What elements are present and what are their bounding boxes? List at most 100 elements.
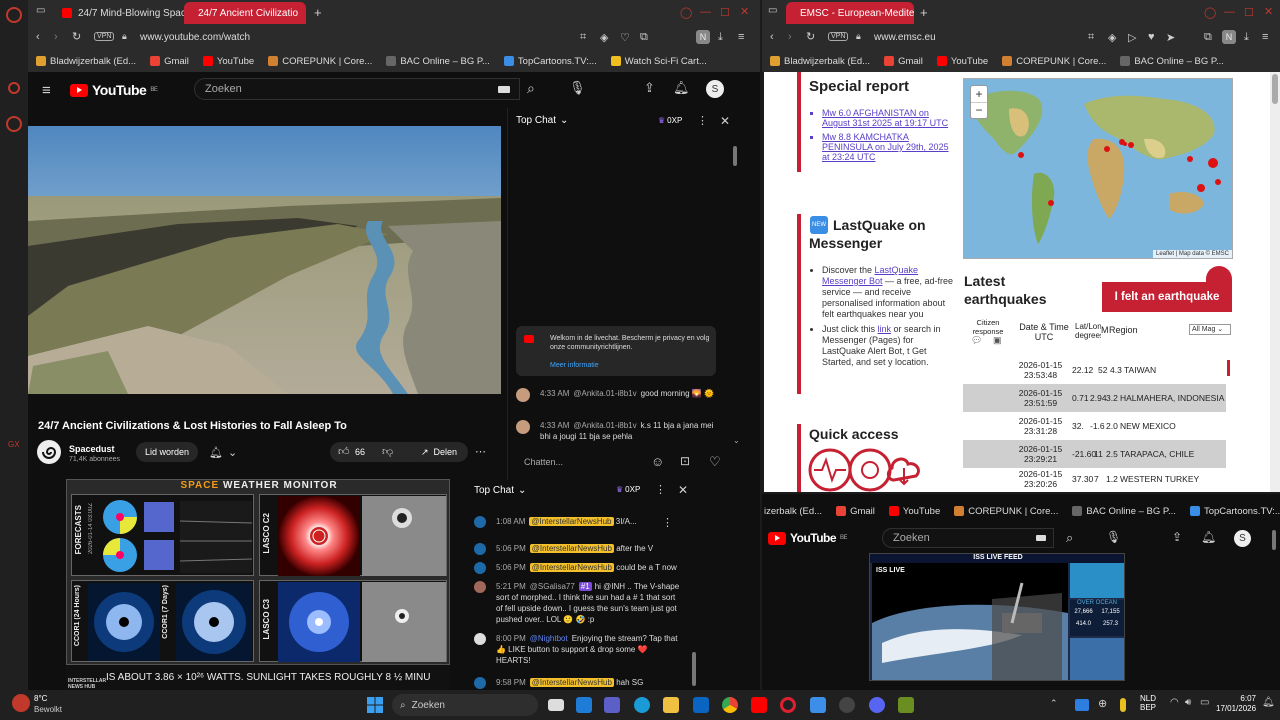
sidebar-bottom-icon[interactable]: GX [8,440,20,449]
search-icon[interactable]: ⌕ [1066,530,1073,546]
weather-description[interactable]: Bewolkt [34,705,62,714]
avatar[interactable]: S [1234,530,1251,547]
discord-icon[interactable] [869,697,885,713]
chat-author[interactable]: @InterstellarNewsHub [529,544,614,553]
menu-icon[interactable]: ≡ [738,31,744,43]
search-input[interactable]: Zoeken [194,78,520,100]
bookmark-item[interactable]: BAC Online – BG P... [1072,506,1176,517]
extensions-icon[interactable]: ⧉ [640,31,648,44]
app-icon[interactable] [898,697,914,713]
keyboard-icon[interactable] [1036,535,1046,541]
notifications-bell-icon[interactable]: 🔔︎ [673,80,690,96]
widgets-icon[interactable] [576,697,592,713]
maximize-icon[interactable]: ☐ [720,6,730,19]
bookmark-item[interactable]: Watch Sci-Fi Cart... [610,56,707,67]
app-icon[interactable] [839,697,855,713]
emoji-icon[interactable]: ☺ [651,454,664,469]
bookmark-item[interactable]: Bladwijzerbalk (Ed... [770,56,870,67]
opera-logo-icon[interactable] [6,7,22,23]
close-window-icon[interactable]: ✕ [740,5,749,18]
zoom-in-button[interactable]: + [971,86,987,103]
weather-icon[interactable] [12,694,30,712]
video-player[interactable] [28,126,501,394]
page-scrollbar[interactable] [1272,530,1276,550]
message-menu-icon[interactable]: ⋮ [662,516,673,529]
chat-author[interactable]: @Nightbot [530,634,568,643]
tray-icon[interactable]: ⊕ [1098,697,1107,710]
back-icon[interactable]: ‹ [770,31,774,43]
bookmark-item[interactable]: Bladwijzerbalk (Ed... [36,56,136,67]
points-badge[interactable]: ♛ 0XP [616,485,640,494]
vpn-badge[interactable]: VPN [828,32,849,41]
chat-author[interactable]: @InterstellarNewsHub [529,678,614,687]
minimize-icon[interactable]: — [700,6,711,18]
table-row[interactable]: 2026-01-15 23:20:26 37.30 7 1.2 WESTERN T… [963,468,1226,490]
bookmark-item[interactable]: TopCartoons.TV:... [503,56,597,67]
search-input[interactable]: Zoeken [882,528,1054,548]
tab-space[interactable]: 24/7 Mind-Blowing Space [54,2,204,24]
wifi-icon[interactable]: ◠ [1170,697,1179,708]
taskbar-search[interactable]: ⌕ Zoeken [392,694,538,716]
table-row[interactable]: 2026-01-15 23:53:48 22.12 52 4.3 TAIWAN [963,356,1226,384]
keyboard-icon[interactable] [498,86,510,93]
chat-scrollbar[interactable] [733,146,737,166]
scroll-down-icon[interactable]: ⌄ [733,436,740,445]
felt-earthquake-button[interactable]: I felt an earthquake [1102,282,1232,312]
iss-video-player[interactable]: ISS LIVE FEED ISS LIVE OVER OCEAN 27,666… [869,553,1125,681]
file-explorer-icon[interactable] [663,697,679,713]
table-row[interactable]: 2026-01-15 23:31:28 32. -1.6 2.0 NEW MEXI… [963,412,1226,440]
avatar[interactable]: S [706,80,724,98]
zoom-out-button[interactable]: − [971,103,987,119]
shield-icon[interactable]: ◈ [600,31,608,44]
profile-n-icon[interactable]: N [696,30,710,44]
heart-icon[interactable]: ♥ [1148,31,1155,43]
microphone-icon[interactable]: 🎙︎ [569,80,586,96]
top-chat-dropdown[interactable]: Top Chat ⌄ [516,115,568,126]
opera-gx-icon[interactable] [780,697,796,713]
youtube-logo[interactable]: YouTube BE [768,531,848,545]
bot-link[interactable]: link [878,324,892,334]
bookmark-item[interactable]: izerbalk (Ed... [764,506,822,517]
play-icon[interactable]: ▷ [1128,31,1136,44]
download-icon[interactable]: ⤓ [1244,31,1249,44]
report-link[interactable]: Mw 8.8 KAMCHATKA PENINSULA on July 29th,… [822,132,952,162]
hamburger-menu-icon[interactable]: ≡ [42,82,51,99]
tray-app-icon[interactable] [1075,699,1089,711]
close-window-icon[interactable]: ✕ [1264,5,1273,18]
weather-temperature[interactable]: 8°C [34,694,47,703]
history-icon[interactable] [6,116,22,132]
more-actions-icon[interactable]: ⋯ [475,445,486,458]
edge-icon[interactable] [634,697,650,713]
url-text[interactable]: www.youtube.com/watch [140,32,250,43]
outlook-icon[interactable] [693,697,709,713]
more-options-icon[interactable]: ⋮ [655,483,666,496]
table-row[interactable]: 2026-01-15 23:29:21 -21.60 11 2.5 TARAPAC… [963,440,1226,468]
clock[interactable]: 6:07 17/01/2026 [1216,694,1256,714]
chat-author[interactable]: @InterstellarNewsHub [529,563,614,572]
channel-name[interactable]: Spacedust [69,444,115,454]
earthquake-map[interactable]: + − Leaflet | Map data © EMSC [963,78,1233,259]
map-attribution[interactable]: Leaflet | Map data © EMSC [1152,250,1232,258]
teams-icon[interactable] [604,697,620,713]
chat-input[interactable]: Chatten... [524,457,563,467]
bookmark-item[interactable]: COREPUNK | Core... [268,56,372,67]
learn-more-link[interactable]: Meer informatie [550,362,599,369]
search-tabs-icon[interactable]: ◯ [680,6,692,19]
workspaces-icon[interactable]: ▭ [36,5,45,16]
notifications-bell-icon[interactable]: 🔔︎ [1201,530,1216,544]
bookmark-item[interactable]: BAC Online – BG P... [1120,56,1224,67]
create-icon[interactable]: ⇪ [1172,530,1182,544]
forward-icon[interactable]: › [788,31,792,43]
url-text[interactable]: www.emsc.eu [874,32,936,43]
youtube-app-icon[interactable] [751,697,767,713]
magnitude-filter-select[interactable]: All Mag ⌄ [1189,324,1231,335]
search-icon[interactable]: ⌕ [527,80,535,97]
bookmark-item[interactable]: Gmail [836,506,875,517]
forward-icon[interactable]: › [54,31,58,43]
new-tab-icon[interactable]: + [920,5,928,20]
create-icon[interactable]: ⇪ [644,80,655,96]
language-indicator[interactable]: NLD BEP [1140,694,1156,712]
tab-ancient[interactable]: 24/7 Ancient Civilizatio [184,2,306,24]
join-button[interactable]: Lid worden [136,442,198,462]
more-options-icon[interactable]: ⋮ [697,114,708,127]
